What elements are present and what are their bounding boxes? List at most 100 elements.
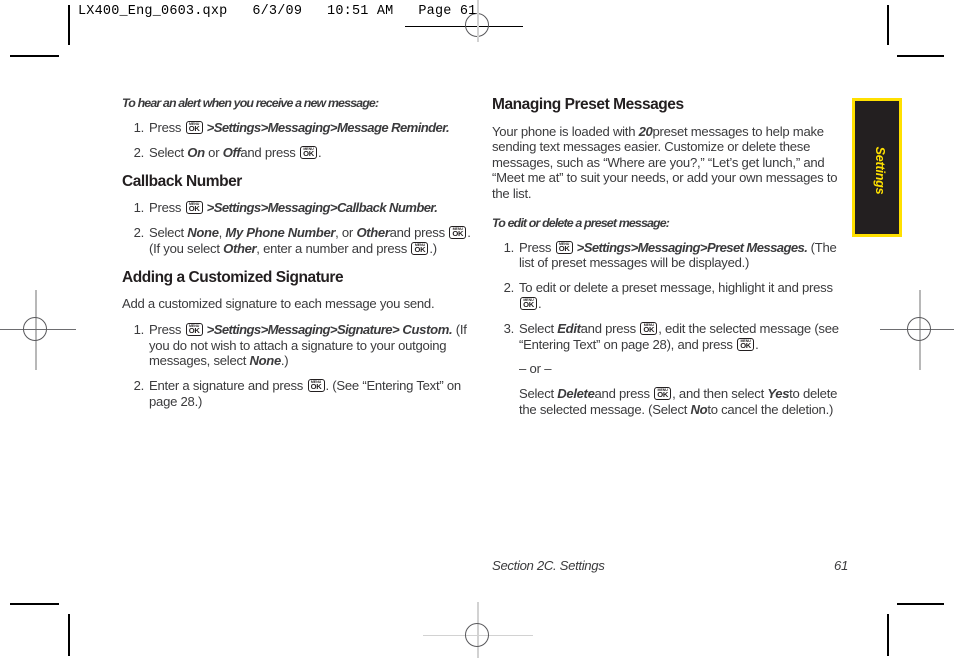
heading-managing-preset-messages: Managing Preset Messages xyxy=(492,96,684,113)
step-number: 1. xyxy=(503,239,515,255)
crop-mark-bottom-left xyxy=(10,603,59,605)
press-label: Press xyxy=(149,120,182,135)
menu-ok-key-icon: MENU OK xyxy=(307,379,325,393)
preset-message-steps: 1. Press MENU OK >Settings>Messaging>Pres… xyxy=(492,240,844,418)
manual-page: LX400_Eng_0603.qxp 6/3/09 10:51 AM Page … xyxy=(0,0,954,659)
step-item: 1. Press MENUOK >Settings>Messaging>Pres… xyxy=(492,240,844,272)
select-label: Select xyxy=(519,386,554,402)
step-text: Press MENU OK >Settings>Messaging>Signatu… xyxy=(149,321,467,369)
menu-ok-key-icon: MENU OK xyxy=(185,121,203,134)
left-column: To hear an alert when you receive a new … xyxy=(122,96,474,422)
other-option: Other xyxy=(356,224,390,240)
step-item: 3. Select Editand press MENU OK, edit the… xyxy=(492,321,844,418)
registration-mark-right xyxy=(880,290,954,370)
off-option: Off xyxy=(222,144,241,160)
step-number: 1. xyxy=(133,321,145,337)
press-label: Press xyxy=(519,239,552,255)
menu-ok-key-icon: MENU OK xyxy=(654,387,672,401)
messaging-label: Messaging xyxy=(637,239,701,255)
message-reminder-steps: 1. Press MENUOK >Settings>Messaging>Pres… xyxy=(122,120,474,161)
step-number: 1. xyxy=(133,200,145,216)
footer-page-number: 61 xyxy=(834,558,848,573)
on-option: On xyxy=(187,144,205,160)
step-number: 2. xyxy=(133,378,145,394)
menu-ok-key-icon: MENU OK xyxy=(300,145,317,159)
registration-mark-bottom-center xyxy=(423,602,533,662)
no-option: No xyxy=(690,401,708,417)
right-column: Managing Preset Messages Your phone is l… xyxy=(492,96,844,430)
signature-intro: Add a customized signature to each messa… xyxy=(122,296,435,312)
message-reminder-lead: To hear an alert when you receive a new … xyxy=(122,96,379,110)
my-phone-number-option: My Phone Number xyxy=(225,224,336,240)
other-option: Other xyxy=(223,240,257,256)
step-item: 2. Select On or Offand press MENU OK. xyxy=(122,145,474,161)
select-label: Select xyxy=(149,224,184,240)
preset-messages-label: Preset Messages. xyxy=(706,239,808,255)
crop-mark-bottom-right xyxy=(897,603,944,605)
none-option: None xyxy=(187,224,219,240)
settings-label: Settings xyxy=(583,239,631,255)
preset-messages-intro: Your phone is loaded with 20preset messa… xyxy=(492,123,838,201)
or-separator: – or – xyxy=(519,361,552,377)
crop-mark-bottom-left-vertical xyxy=(68,614,70,656)
signature-label: Signature xyxy=(336,321,393,337)
entering-text-reference: “Entering Text” xyxy=(362,378,444,394)
and-press-label: and press xyxy=(240,144,296,160)
or-label: or xyxy=(208,144,220,160)
settings-label: Settings xyxy=(213,321,261,337)
step-number: 1. xyxy=(133,120,145,135)
entering-text-reference: “Entering Text” xyxy=(519,336,601,352)
heading-customized-signature: Adding a Customized Signature xyxy=(122,268,344,286)
edit-option: Edit xyxy=(557,320,581,336)
step-number: 2. xyxy=(133,224,145,240)
step-item: 1. Press MENU OK >Settings>Messaging>Sign… xyxy=(122,322,474,369)
yes-option: Yes xyxy=(767,386,790,402)
menu-ok-key-icon: MENU OK xyxy=(185,201,203,215)
step-item: 1. Press MENUOK >Settings>Messaging>Pres… xyxy=(122,120,474,136)
menu-ok-key-icon: MENU OK xyxy=(737,337,755,351)
page-border-left xyxy=(68,5,70,35)
registration-mark-left xyxy=(0,290,76,370)
step-alternative-text: Select Deleteand press MENU OK, and then … xyxy=(519,386,838,417)
none-option: None xyxy=(249,353,282,369)
menu-ok-key-icon: MENU OK xyxy=(520,296,537,310)
messaging-label: Messaging xyxy=(267,120,331,135)
step-text: Press MENU OK >Settings>Messaging>Preset … xyxy=(519,239,837,271)
delete-option: Delete xyxy=(557,386,595,402)
step-number: 3. xyxy=(503,320,515,336)
crop-mark-top-left xyxy=(10,55,59,57)
step-text: Press MENUOK >Settings>Messaging>Press [… xyxy=(149,120,450,135)
step-number: 2. xyxy=(133,144,145,160)
step-text: To edit or delete a preset message, high… xyxy=(519,280,833,311)
step-text: Select Editand press MENU OK, edit the se… xyxy=(519,321,844,418)
menu-ok-key-icon: MENU OK xyxy=(449,225,467,239)
press-label: Press xyxy=(149,321,182,337)
page-footer: Section 2C. Settings 61 xyxy=(492,558,854,573)
messaging-label: Messaging xyxy=(267,200,331,216)
step-item: 2. To edit or delete a preset message, h… xyxy=(492,280,844,312)
print-header-text: LX400_Eng_0603.qxp 6/3/09 10:51 AM Page … xyxy=(78,4,477,19)
step-item: 2. Select None, My Phone Number, or Othe… xyxy=(122,225,474,257)
menu-ok-key-icon: MENU OK xyxy=(555,240,573,254)
footer-section-label: Section 2C. Settings xyxy=(492,558,605,573)
settings-label: Settings xyxy=(213,200,261,216)
menu-ok-key-icon: MENU OK xyxy=(640,321,658,335)
custom-option: Custom. xyxy=(402,321,453,337)
step-text: Press MENU OK >Settings>Messaging>Callbac… xyxy=(149,200,438,216)
menu-ok-key-icon: MENU OK xyxy=(411,241,429,255)
step-text: Select On or Offand press MENU OK. xyxy=(149,144,322,160)
side-tab-label: Settings xyxy=(873,146,887,195)
step-text: Enter a signature and press MENU OK. (See… xyxy=(149,378,461,409)
select-label: Select xyxy=(519,320,554,336)
step-item: 1. Press MENU OK >Settings>Messaging>Call… xyxy=(122,200,474,216)
menu-ok-key-icon: MENU OK xyxy=(185,322,203,336)
section-side-tab: Settings xyxy=(852,98,902,237)
preset-count: 20 xyxy=(638,123,653,139)
signature-steps: 1. Press MENU OK >Settings>Messaging>Sign… xyxy=(122,322,474,410)
step-number: 2. xyxy=(503,280,515,296)
step-text: Select None, My Phone Number, or Otheran… xyxy=(149,224,471,256)
callback-number-steps: 1. Press MENU OK >Settings>Messaging>Call… xyxy=(122,200,474,256)
press-label: Press xyxy=(149,200,182,216)
settings-label: Settings xyxy=(213,120,261,135)
crop-mark-top-right xyxy=(897,55,944,57)
